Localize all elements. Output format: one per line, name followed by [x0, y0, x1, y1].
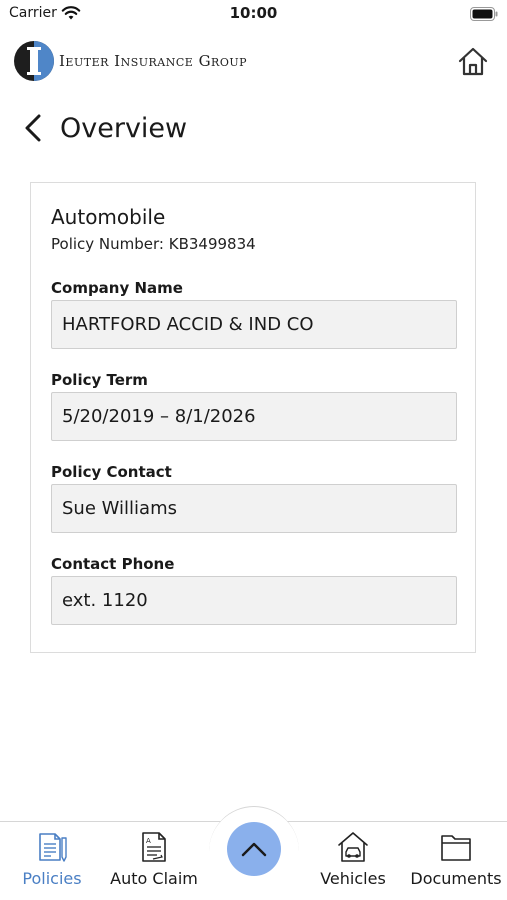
policy-term-field: 5/20/2019 – 8/1/2026	[51, 392, 457, 441]
home-button[interactable]	[457, 46, 489, 78]
tab-documents[interactable]: Documents	[407, 822, 505, 900]
vehicles-icon	[338, 832, 368, 862]
tab-auto-claim[interactable]: A Auto Claim	[104, 822, 204, 900]
app-header: Ieuter Insurance Group	[0, 38, 507, 86]
status-bar: Carrier 10:00	[0, 0, 507, 30]
page-title: Overview	[60, 112, 188, 144]
battery-icon	[470, 7, 498, 21]
company-name-label: Company Name	[51, 279, 183, 297]
tab-bar: Policies A Auto Claim Vehicles Documents	[0, 806, 507, 900]
status-time: 10:00	[229, 4, 278, 22]
tab-vehicles[interactable]: Vehicles	[313, 822, 393, 900]
policies-icon	[39, 833, 67, 862]
title-row: Overview	[22, 108, 187, 148]
tab-label-vehicles: Vehicles	[320, 869, 386, 888]
logo-mark-icon	[14, 41, 54, 81]
contact-phone-field[interactable]: ext. 1120	[51, 576, 457, 625]
auto-claim-icon: A	[142, 832, 166, 862]
home-icon	[458, 47, 488, 76]
policy-card: Automobile Policy Number: KB3499834 Comp…	[30, 182, 476, 653]
tab-label-policies: Policies	[22, 869, 82, 888]
documents-icon	[441, 835, 471, 861]
policy-number: Policy Number: KB3499834	[51, 235, 256, 253]
company-name-field: HARTFORD ACCID & IND CO	[51, 300, 457, 349]
svg-text:A: A	[146, 837, 151, 845]
tab-policies[interactable]: Policies	[13, 822, 91, 900]
contact-phone-label: Contact Phone	[51, 555, 175, 573]
policy-type: Automobile	[51, 205, 166, 229]
policy-contact-field: Sue Williams	[51, 484, 457, 533]
chevron-up-icon	[241, 842, 267, 857]
tab-label-auto-claim: Auto Claim	[110, 869, 198, 888]
tab-label-documents: Documents	[410, 869, 502, 888]
back-chevron-icon[interactable]	[22, 113, 44, 143]
logo-text: Ieuter Insurance Group	[59, 52, 248, 70]
policy-contact-label: Policy Contact	[51, 463, 172, 481]
policy-term-label: Policy Term	[51, 371, 148, 389]
center-expand-button[interactable]	[227, 822, 281, 876]
company-logo: Ieuter Insurance Group	[13, 40, 247, 82]
